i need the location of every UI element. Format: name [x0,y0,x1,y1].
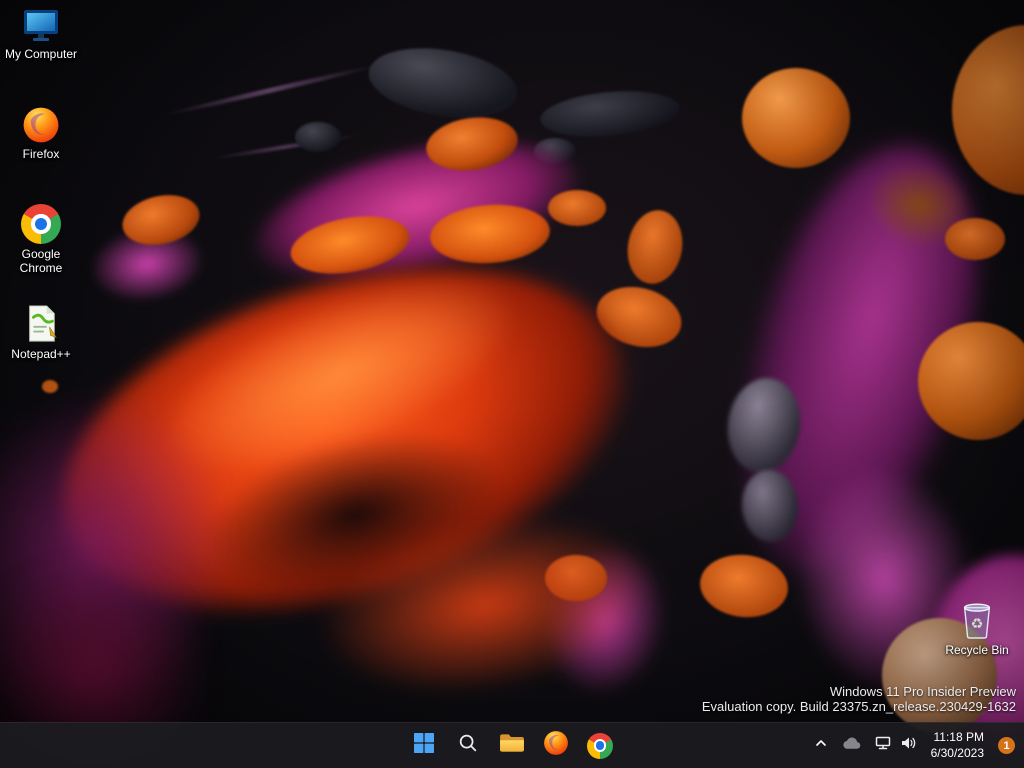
show-hidden-icons-button[interactable] [808,726,834,766]
taskbar: 11:18 PM 6/30/2023 1 [0,722,1024,768]
clock-time: 11:18 PM [933,729,984,744]
search-button[interactable] [448,726,488,766]
notification-center-button[interactable]: 1 [993,726,1020,766]
taskbar-clock[interactable]: 11:18 PM 6/30/2023 [924,726,991,766]
system-tray: 11:18 PM 6/30/2023 1 [808,723,1020,768]
notepad-plus-plus-icon [22,304,60,344]
chrome-taskbar-button[interactable] [580,726,620,766]
desktop-icon-label: Firefox [22,147,60,161]
folder-icon [499,732,525,759]
speaker-icon [899,734,917,757]
onedrive-tray-button[interactable] [836,726,867,766]
chevron-up-icon [813,735,829,756]
ethernet-icon [874,734,892,757]
desktop-icon-google-chrome[interactable]: Google Chrome [2,204,80,276]
desktop-icon-notepad-plus-plus[interactable]: Notepad++ [2,304,80,362]
taskbar-center-icons [404,723,620,768]
evaluation-watermark: Windows 11 Pro Insider Preview Evaluatio… [702,684,1016,715]
firefox-taskbar-button[interactable] [536,726,576,766]
firefox-icon [22,106,60,144]
start-button[interactable] [404,726,444,766]
watermark-line2: Evaluation copy. Build 23375.zn_release.… [701,699,1016,715]
windows-logo-icon [412,731,436,760]
my-computer-icon [20,8,62,44]
desktop-icon-label: Notepad++ [11,347,71,361]
desktop-icon-firefox[interactable]: Firefox [2,106,80,162]
desktop-icon-label: My Computer [4,47,78,61]
desktop-icon-label: Google Chrome [19,247,63,275]
network-volume-button[interactable] [869,726,922,766]
file-explorer-button[interactable] [492,726,532,766]
desktop-icon-my-computer[interactable]: My Computer [2,8,80,62]
cloud-icon [841,735,862,756]
desktop[interactable]: My Computer Firefox Google Chrome Notepa… [0,0,1024,768]
chrome-icon [587,732,613,759]
recycle-bin-icon: ♻ [958,598,996,640]
clock-date: 6/30/2023 [930,745,984,760]
desktop-icon-recycle-bin[interactable]: ♻ Recycle Bin [938,598,1016,658]
firefox-icon [543,730,569,761]
wallpaper-image [0,0,1024,768]
svg-text:♻: ♻ [971,617,984,633]
notification-badge: 1 [998,737,1015,754]
chrome-icon [21,204,61,244]
watermark-line1: Windows 11 Pro Insider Preview [829,684,1016,699]
desktop-icon-label: Recycle Bin [945,643,1009,657]
search-icon [457,732,479,759]
